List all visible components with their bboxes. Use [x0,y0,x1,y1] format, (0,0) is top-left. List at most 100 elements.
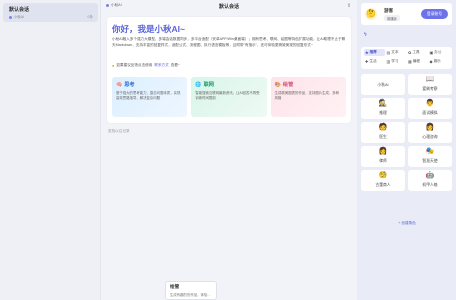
life-icon: ✚ [365,59,369,64]
tab-label: 文本 [391,50,399,54]
feature-head: 🎨 绘管 [274,81,342,89]
role-card[interactable]: 🧑 医生 [361,122,405,143]
feature-title: 绘管 [282,82,294,88]
tip-suffix: 查看~ [170,63,181,67]
hero-icon: 🧐 [378,172,388,179]
feature-desc: 智能搜索互联网最新资讯，让AI回答不再受训练时间限制 [195,91,260,100]
session-model: 小秋AI [13,15,25,19]
tab-life[interactable]: ✚ 生活 [364,58,385,65]
tab-office[interactable]: ▣ 办公 [429,49,450,56]
tab-label: 编程 [412,59,420,63]
history-link[interactable]: 查找以往记录 [108,129,130,134]
office-icon: ▣ [429,50,434,55]
role-name: 推理 [379,111,387,115]
tab-label: 生活 [369,59,377,63]
login-button[interactable]: 登录账号 [421,9,448,19]
model-selector[interactable]: 小秋AI [106,3,122,8]
role-card[interactable]: 🎭 智慧天使 [408,146,452,167]
feature-desc: 生成精美图表的作品，支持图片生成，多种风格 [274,91,340,100]
traveler-icon: 🧑 [378,124,388,131]
tool-icon: ✿ [408,50,412,55]
role-card[interactable]: 小秋AI [361,74,405,95]
role-name: 古董商人 [375,183,391,187]
feature-card-think[interactable]: 🧠 思考 基于强大的思考能力，直击问题本质，实现高效思路指导，解决复杂问题 [112,77,188,117]
globe-icon: 🌐 [195,81,202,88]
role-card[interactable]: 📖 爱刷考察 [408,74,452,95]
feature-row: 🧠 思考 基于强大的思考能力，直击问题本质，实现高效思路指导，解决复杂问题 🌐 … [112,77,346,117]
feature-head: 🌐 联网 [195,81,262,89]
detective-icon: 🕵 [378,100,388,107]
add-role-button[interactable]: + 创建角色 [383,220,431,227]
role-name: 律师 [379,159,387,163]
tab-tools[interactable]: ✿ 工具 [407,49,428,56]
feature-desc: 基于强大的思考能力，直击问题本质，实现高效思路指导，解决复杂问题 [116,91,181,100]
welcome-tip: ● 如果建议反馈点击使用 联系方式 查看~ [112,63,180,68]
session-title: 默认会话 [9,7,30,13]
chat-header: 小秋AI 默认会话 ⇪ [101,0,357,13]
user-tier-badge: 普通版 [384,15,400,21]
model-dot-icon [9,16,12,19]
category-grid: ★ 推荐 ▤ 文本 ✿ 工具 ▣ 办公 ✚ 生活 ▥ 学习 ▦ 编程 ◆ 娱乐 [364,49,449,65]
tab-label: 推荐 [369,50,377,54]
role-card[interactable]: 👩 律师 [361,146,405,167]
welcome-description: 小秋AI融入多个强力大模型，多端会话数据同步，多平台适配（安卓APP/Win桌面… [112,37,346,47]
role-name: 爱刷考察 [422,87,438,91]
feature-card-web[interactable]: 🌐 联网 智能搜索互联网最新资讯，让AI回答不再受训练时间限制 [191,77,267,117]
session-count: 0条 [87,15,93,19]
user-name: 游客 [384,8,394,13]
role-name: 面试模拟 [422,111,438,115]
tip-prefix: 如果建议反馈点击使用 [116,63,153,67]
session-item-default[interactable]: 默认会话 小秋AI 0条 [3,3,98,22]
book-icon: 📖 [425,76,435,83]
robot-icon: 🤖 [425,172,435,179]
doc-icon: ▤ [386,50,391,55]
tab-label: 办公 [434,50,442,54]
study-icon: ▥ [386,59,391,64]
role-card[interactable]: 👨 面试模拟 [408,98,452,119]
welcome-card: 你好，我是小秋AI~ 小秋AI融入多个强力大模型，多端会话数据同步，多平台适配（… [107,17,351,123]
interviewer-icon: 👨 [425,100,435,107]
page-title: 默认会话 [218,4,239,10]
tab-code[interactable]: ▦ 编程 [407,58,428,65]
bolt-icon: ϟ [364,32,367,38]
tab-recommend[interactable]: ★ 推荐 [364,49,385,56]
model-name: 小秋AI [111,3,122,7]
role-name: 心理咨询 [422,135,438,139]
welcome-title: 你好，我是小秋AI~ [112,24,185,34]
tab-label: 娱乐 [433,59,441,63]
role-grid: 小秋AI 📖 爱刷考察 🕵 推理 👨 面试模拟 🧑 医生 👩 心理咨询 👩 律师… [361,74,452,191]
counselor-icon: 👩 [425,124,435,131]
share-icon[interactable]: ⇪ [346,3,352,9]
star-icon: ★ [365,50,369,55]
feature-title: 思考 [124,82,135,88]
feature-head: 🧠 思考 [116,81,183,89]
palette-icon: 🎨 [274,81,281,88]
role-card[interactable]: 🕵 推理 [361,98,405,119]
feature-card-draw[interactable]: 🎨 绘管 生成精美图表的作品，支持图片生成，多种风格 [270,77,346,117]
contact-link[interactable]: 联系方式 [154,63,168,68]
lightbulb-icon: ● [112,63,115,68]
tab-fun[interactable]: ◆ 娱乐 [429,58,450,65]
tab-text[interactable]: ▤ 文本 [386,49,407,56]
tool-tooltip-card[interactable]: 绘管 生成有趣的的作品，体验… [165,281,217,300]
session-meta: 小秋AI [9,15,24,20]
role-name: 机甲人格 [422,183,438,187]
role-name: 医生 [379,135,387,139]
brain-icon: 🧠 [116,81,123,88]
role-card[interactable]: 🤖 机甲人格 [408,170,452,191]
tab-study[interactable]: ▥ 学习 [386,58,407,65]
tooltip-desc: 生成有趣的的作品，体验… [170,293,211,297]
lawyer-icon: 👩 [378,148,388,155]
more-icon: ◆ [429,59,433,64]
tab-label: 工具 [412,50,420,54]
edit-icon: ▦ [408,59,412,64]
category-tabs: ★ 推荐 ▤ 文本 ✿ 工具 ▣ 办公 ✚ 生活 ▥ 学习 ▦ 编程 ◆ 娱乐 [361,47,452,69]
role-card[interactable]: 👩 心理咨询 [408,122,452,143]
role-card[interactable]: 🧐 古董商人 [361,170,405,191]
tooltip-title: 绘管 [170,284,180,289]
avatar: 🤔 [365,8,377,20]
tab-label: 学习 [391,59,399,63]
user-card: 🤔 游客 普通版 登录账号 [361,3,452,25]
role-name: 智慧天使 [422,159,438,163]
mind-icon: 🎭 [425,148,435,155]
